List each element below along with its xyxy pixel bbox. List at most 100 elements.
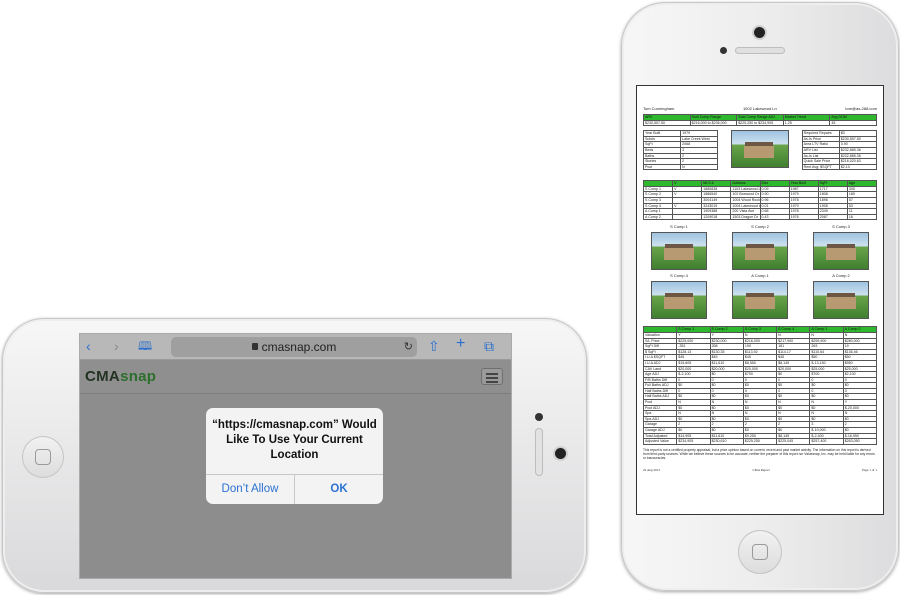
comp-photo	[651, 232, 707, 271]
table-cell: 16	[846, 213, 878, 221]
comp-photo-label: S Comp 2	[751, 224, 769, 230]
table-cell: $263,050	[842, 438, 878, 445]
table-row: Adjusted Value $234,905 $230,610 $225,250 $2…	[642, 438, 878, 445]
site-header: CMAsnap	[80, 360, 511, 394]
front-camera	[555, 448, 566, 459]
earpiece-speaker	[535, 428, 543, 476]
address-bar[interactable]: cmasnap.com ↻	[171, 337, 417, 357]
comp-photo-label: A Comp 1	[751, 273, 769, 279]
table-cell: 1976	[788, 213, 819, 221]
ok-button[interactable]: OK	[294, 475, 383, 504]
subject-property-photo	[730, 130, 789, 169]
comp-photo-label: S Comp 1	[670, 224, 688, 230]
table-cell: Rent Avg: $SQFT	[801, 163, 840, 171]
footer-page: Page 1 of 1	[862, 468, 877, 473]
portrait-phone: Tom Cunningham 1002 Lakewood Ln tom@as-2…	[621, 2, 899, 591]
table-cell: $2.10	[838, 163, 877, 171]
comp-photo-card: S Comp 2	[724, 224, 796, 271]
reload-icon[interactable]: ↻	[404, 340, 413, 353]
cmasnap-logo[interactable]: CMAsnap	[85, 368, 156, 385]
comparables-table: V MLS # Address Dist Year Built SqFt Age S Comp…	[642, 180, 878, 221]
financials-table: Required Repairs $0 As-Is Price $230,557.50…	[801, 130, 877, 171]
table-row: Rent Avg: $SQFT $2.10	[801, 163, 877, 171]
property-info: Year Built 1979 Subdv Lake Creek West SqFt 20…	[642, 130, 877, 176]
table-cell: 2067	[817, 213, 848, 221]
cma-report: Tom Cunningham 1002 Lakewood Ln tom@as-2…	[642, 106, 878, 473]
home-button[interactable]	[738, 530, 782, 574]
summary-value-row: $230,557.50 $216,000 to $236,000 $225,250 …	[643, 119, 877, 127]
table-cell: 1209018	[701, 213, 732, 221]
comp-photo	[651, 281, 707, 320]
summary-table: ARV Sold Comp Range Sold Comp Range ADJ Mar…	[643, 114, 877, 127]
disclaimer: This report is not a certified property …	[643, 447, 875, 461]
agent-email: tom@as-288.com	[845, 106, 877, 111]
tabs-icon[interactable]: ⧉	[484, 339, 494, 353]
hamburger-menu-icon[interactable]	[481, 368, 503, 385]
comp-photo-card: S Comp 4	[643, 273, 715, 320]
table-cell: 0.43	[759, 213, 790, 221]
landscape-screen: ‹ › 🕮 cmasnap.com ↻ ⇧ + ⧉ CMAsnap “https…	[80, 334, 511, 578]
alert-buttons: Don’t Allow OK	[206, 474, 383, 504]
details-table: Year Built 1979 Subdv Lake Creek West SqFt 20…	[642, 130, 719, 171]
comp-photo-card: A Comp 2	[805, 273, 877, 320]
location-permission-alert: “https://cmasnap.com” Would Like To Use …	[206, 408, 383, 504]
table-cell: $257,400	[809, 438, 844, 445]
landscape-phone: ‹ › 🕮 cmasnap.com ↻ ⇧ + ⧉ CMAsnap “https…	[2, 318, 587, 593]
comp-photos: S Comp 1 S Comp 2 S Comp 3 S Comp 4 A Comp 1…	[643, 224, 877, 322]
home-button-icon	[752, 544, 768, 560]
table-cell: $230,557.50	[643, 119, 691, 127]
alert-message: “https://cmasnap.com” Would Like To Use …	[212, 419, 377, 461]
table-cell: $230,610	[709, 438, 744, 445]
home-button-icon	[35, 449, 51, 465]
bookmarks-icon[interactable]: 🕮	[138, 339, 152, 353]
table-cell	[672, 213, 703, 221]
comp-photo	[732, 281, 788, 320]
table-cell: 1004 Lakewood Ln	[730, 202, 761, 210]
report-header: Tom Cunningham 1002 Lakewood Ln tom@as-2…	[643, 106, 877, 114]
url-text: cmasnap.com	[261, 340, 337, 354]
comp-photo-label: S Comp 4	[670, 273, 688, 279]
adjustments-table: S Comp 1S Comp 2S Comp 3S Comp 4A Comp 1…	[642, 326, 878, 445]
proximity-sensor	[535, 413, 543, 421]
comp-photo	[813, 232, 869, 271]
comp-photo-label: S Comp 3	[832, 224, 850, 230]
home-button[interactable]	[22, 436, 64, 478]
table-cell: Adjusted Value	[642, 438, 678, 445]
share-icon[interactable]: ⇧	[428, 339, 440, 353]
lock-icon	[251, 343, 258, 351]
table-cell: N	[680, 163, 719, 171]
agent-name: Tom Cunningham	[643, 106, 675, 111]
comp-photo	[813, 281, 869, 320]
table-cell: $225,045	[776, 438, 811, 445]
table-cell: A Comp 2	[642, 213, 674, 221]
table-cell: 1004 Wood Rock Dr	[730, 197, 761, 204]
footer-date: 22 Aug 2013	[643, 468, 661, 473]
table-cell: $225,250	[742, 438, 778, 445]
table-cell: 1503 Dragon Dr	[730, 213, 761, 221]
report-footer: 22 Aug 2013 CMA Report Page 1 of 1	[643, 468, 877, 473]
comp-photo-card: S Comp 3	[805, 224, 877, 271]
property-address: 1002 Lakewood Ln	[742, 106, 777, 111]
table-cell: $216,000 to $236,000	[689, 119, 738, 127]
back-icon[interactable]: ‹	[86, 339, 91, 353]
comp-photo-label: A Comp 2	[832, 273, 850, 279]
table-cell: $234,905	[676, 438, 711, 445]
forward-icon[interactable]: ›	[114, 339, 119, 353]
table-row: Pool N	[642, 163, 719, 171]
table-cell: $225,250 to $234,905	[736, 119, 784, 127]
logo-text-snap: snap	[120, 368, 157, 385]
dont-allow-button[interactable]: Don’t Allow	[206, 475, 294, 504]
comp-photo-card: A Comp 1	[724, 273, 796, 320]
table-cell: 1.25	[782, 119, 831, 127]
table-cell: 1103 Lakewood Ln	[730, 185, 761, 193]
portrait-screen: Tom Cunningham 1002 Lakewood Ln tom@as-2…	[637, 86, 883, 514]
stage: ‹ › 🕮 cmasnap.com ↻ ⇧ + ⧉ CMAsnap “https…	[0, 0, 900, 595]
table-row: A Comp 2 1209018 1503 Dragon Dr 0.43 1976 206…	[642, 213, 878, 221]
safari-toolbar: ‹ › 🕮 cmasnap.com ↻ ⇧ + ⧉	[80, 334, 511, 360]
comp-photo-card: S Comp 1	[643, 224, 715, 271]
table-cell: 45	[829, 119, 877, 127]
logo-text-cma: CMA	[85, 368, 121, 385]
table-cell: Pool	[642, 163, 682, 171]
new-tab-icon[interactable]: +	[456, 336, 465, 352]
table-cell: 102 Boxwood Dr	[730, 191, 761, 198]
